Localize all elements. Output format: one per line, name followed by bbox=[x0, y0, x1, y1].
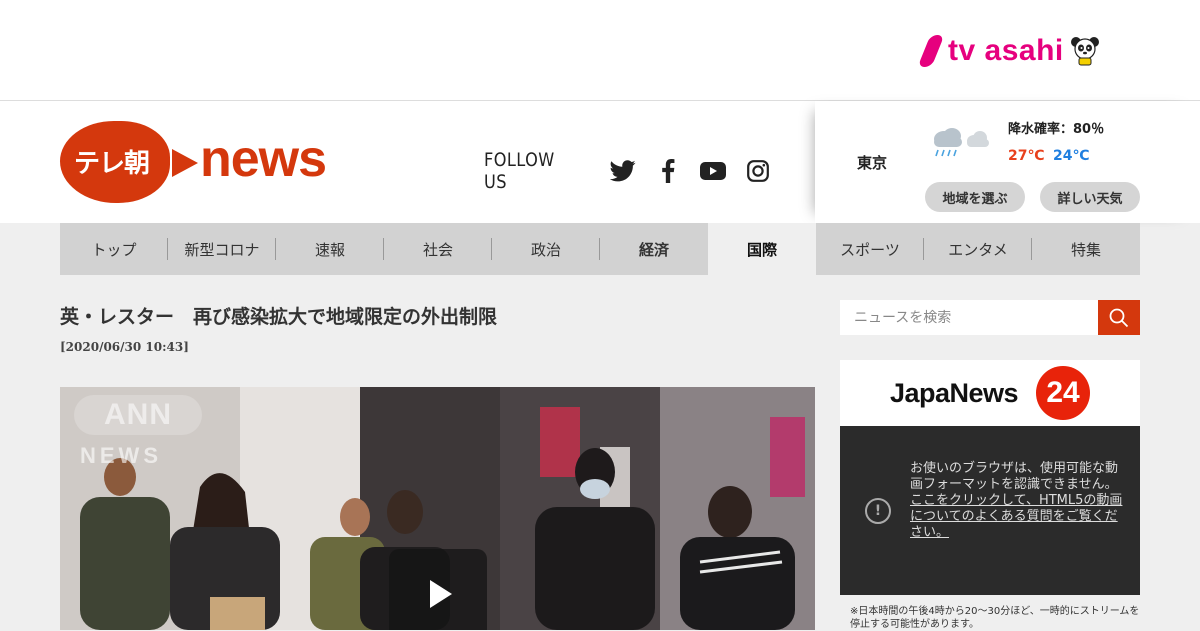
ann-news-watermark: NEWS bbox=[80, 443, 162, 468]
logo-news-text: news bbox=[200, 130, 327, 188]
follow-us-label: FOLLOW US bbox=[484, 149, 555, 193]
nav-item-sports[interactable]: スポーツ bbox=[816, 223, 924, 275]
weather-panel: 東京 降水確率：80％ 27℃ 24℃ 地域を選ぶ 詳しい天気 bbox=[815, 101, 1200, 223]
top-bar: tv asahi bbox=[0, 0, 1200, 101]
article-date: [2020/06/30 10:43] bbox=[60, 340, 189, 354]
detailed-weather-button[interactable]: 詳しい天気 bbox=[1040, 182, 1140, 212]
panda-mascot-icon bbox=[1070, 37, 1099, 66]
japanews-24-badge: 24 bbox=[1036, 366, 1090, 420]
html5-faq-link[interactable]: ここをクリックして、HTML5の動画についてのよくある質問をご覧ください。 bbox=[910, 493, 1122, 540]
tele-asa-news-logo[interactable]: テレ朝 news bbox=[60, 121, 340, 205]
nav-item-economy[interactable]: 経済 bbox=[600, 223, 708, 275]
category-nav: トップ 新型コロナ 速報 社会 政治 経済 国際 スポーツ エンタメ 特集 bbox=[60, 223, 1140, 275]
twitter-icon[interactable] bbox=[609, 157, 637, 185]
nav-item-international[interactable]: 国際 bbox=[708, 223, 816, 275]
temp-high: 27℃ bbox=[1008, 148, 1045, 164]
logo-play-triangle bbox=[172, 149, 198, 177]
play-icon bbox=[430, 580, 452, 608]
play-button[interactable] bbox=[389, 549, 487, 630]
select-region-button[interactable]: 地域を選ぶ bbox=[925, 182, 1025, 212]
facebook-icon[interactable] bbox=[654, 157, 682, 185]
error-icon: ! bbox=[865, 498, 891, 524]
video-player[interactable]: ANN NEWS bbox=[60, 387, 815, 630]
nav-item-society[interactable]: 社会 bbox=[384, 223, 492, 275]
live-stream-player[interactable]: ! お使いのブラウザは、使用可能な動画フォーマットを認識できません。 ここをクリ… bbox=[840, 426, 1140, 595]
nav-item-features[interactable]: 特集 bbox=[1032, 223, 1140, 275]
rain-probability: 降水確率：80％ bbox=[1008, 122, 1105, 137]
search-button[interactable] bbox=[1098, 300, 1140, 335]
tv-asahi-text: tv asahi bbox=[948, 34, 1064, 67]
instagram-icon[interactable] bbox=[744, 157, 772, 185]
nav-item-top[interactable]: トップ bbox=[60, 223, 168, 275]
player-error-text: お使いのブラウザは、使用可能な動画フォーマットを認識できません。 bbox=[910, 461, 1119, 492]
nav-item-politics[interactable]: 政治 bbox=[492, 223, 600, 275]
stream-note: ※日本時間の午後4時から20～30分ほど、一時的にストリームを停止する可能性があ… bbox=[850, 606, 1140, 630]
rain-cloud-icon bbox=[934, 128, 989, 157]
nav-item-breaking[interactable]: 速報 bbox=[276, 223, 384, 275]
nav-item-entertainment[interactable]: エンタメ bbox=[924, 223, 1032, 275]
youtube-icon[interactable] bbox=[699, 157, 727, 185]
search-input[interactable] bbox=[840, 300, 1098, 335]
japanews24-banner[interactable]: JapaNews 24 bbox=[840, 360, 1140, 426]
ann-watermark: ANN bbox=[74, 395, 202, 435]
logo-jp-text: テレ朝 bbox=[74, 149, 150, 179]
nav-item-corona[interactable]: 新型コロナ bbox=[168, 223, 276, 275]
follow-us: FOLLOW US bbox=[484, 149, 772, 193]
site-header: テレ朝 news FOLLOW US 東京 降水確率：80％ 27℃ 24℃ 地… bbox=[0, 101, 1200, 223]
tv-asahi-logo[interactable]: tv asahi bbox=[917, 34, 1100, 68]
news-search bbox=[840, 300, 1140, 335]
article-title: 英・レスター 再び感染拡大で地域限定の外出制限 bbox=[60, 306, 498, 328]
player-error-message: お使いのブラウザは、使用可能な動画フォーマットを認識できません。 ここをクリック… bbox=[910, 461, 1125, 541]
temp-low: 24℃ bbox=[1053, 148, 1090, 164]
japanews-title: JapaNews bbox=[890, 378, 1019, 408]
tv-asahi-slash-mark bbox=[917, 35, 945, 67]
search-icon bbox=[1109, 308, 1129, 327]
japanews-24-number: 24 bbox=[1046, 376, 1080, 409]
ann-watermark-text: ANN bbox=[104, 398, 172, 431]
weather-city: 東京 bbox=[857, 154, 888, 172]
